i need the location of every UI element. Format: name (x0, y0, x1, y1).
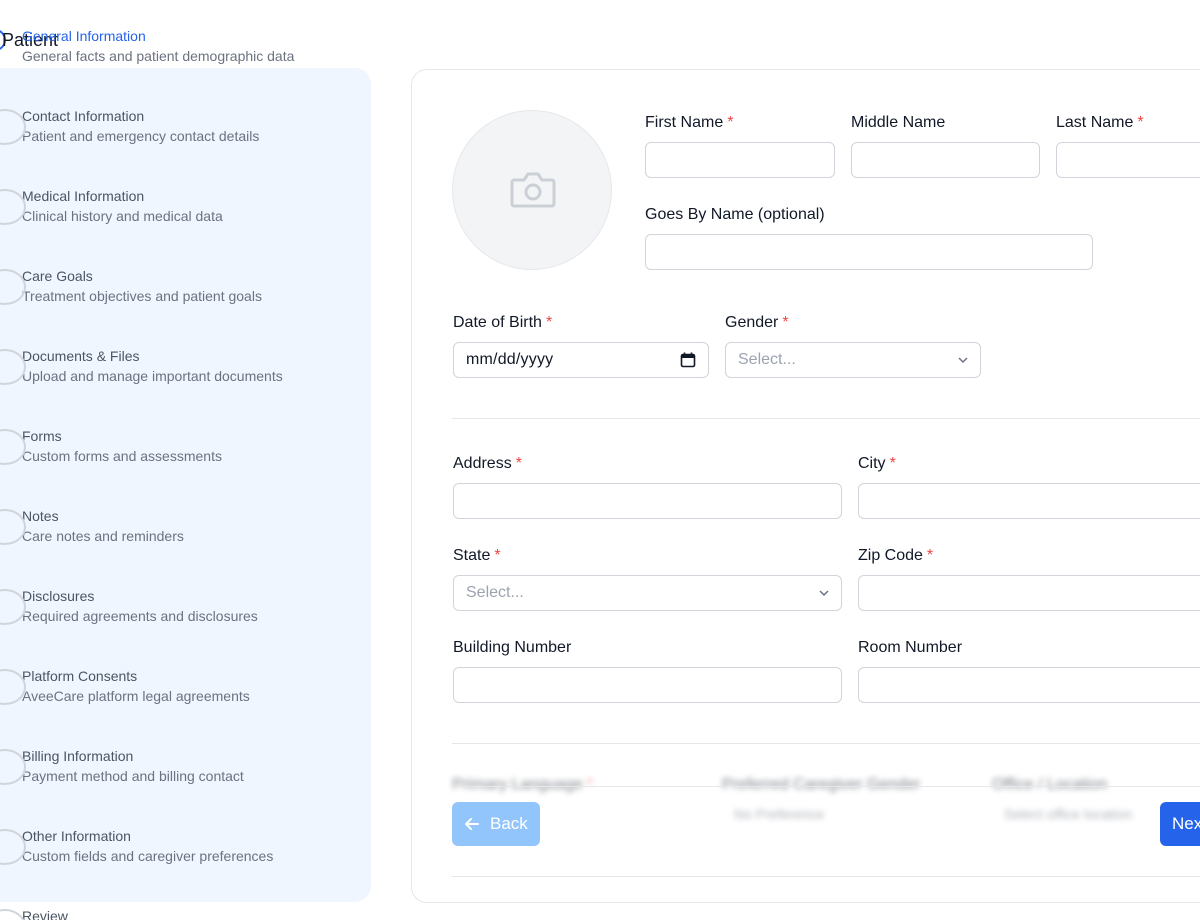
step-title: Platform Consents (22, 668, 138, 684)
step-description: Clinical history and medical data (22, 208, 223, 224)
next-button[interactable]: Next (1160, 802, 1200, 846)
middle-name-label: Middle Name (851, 114, 946, 131)
step-title: Other Information (22, 828, 131, 844)
goes-by-name-input[interactable] (645, 234, 1093, 270)
step-disclosures[interactable]: Disclosures Required agreements and disc… (0, 586, 382, 626)
step-description: Upload and manage important documents (22, 368, 283, 384)
step-description: AveeCare platform legal agreements (22, 688, 250, 704)
dob-label: Date of Birth * (453, 314, 553, 331)
step-title: Care Goals (22, 268, 93, 284)
building-number-label: Building Number (453, 639, 572, 656)
goes-by-name-label: Goes By Name (optional) (645, 206, 825, 223)
step-title: Contact Information (22, 108, 145, 124)
step-title: Forms (22, 428, 62, 444)
gender-select[interactable]: Select... (725, 342, 981, 378)
caregiver-preference-value: No Preference (734, 806, 825, 822)
last-name-label: Last Name * (1056, 114, 1144, 131)
back-button[interactable]: Back (452, 802, 540, 846)
zip-code-input[interactable] (858, 575, 1200, 611)
last-name-input[interactable] (1056, 142, 1200, 178)
city-label: City * (858, 455, 896, 472)
step-description: Treatment objectives and patient goals (22, 288, 262, 304)
zip-code-label: Zip Code * (858, 547, 934, 564)
step-description: General facts and patient demographic da… (22, 48, 295, 64)
step-other-information[interactable]: Other Information Custom fields and care… (0, 826, 382, 866)
room-number-input[interactable] (858, 667, 1200, 703)
address-label: Address * (453, 455, 522, 472)
step-title: Disclosures (22, 588, 95, 604)
preferred-caregiver-label: Preferred Caregiver Gender (722, 776, 921, 793)
step-description: Payment method and billing contact (22, 768, 244, 784)
step-description: Patient and emergency contact details (22, 128, 260, 144)
step-title: Medical Information (22, 188, 145, 204)
step-contact-information[interactable]: Contact Information Patient and emergenc… (0, 106, 382, 146)
step-description: Required agreements and disclosures (22, 608, 258, 624)
step-title: General Information (22, 28, 146, 44)
dob-placeholder: mm/dd/yyyy (466, 351, 554, 368)
state-placeholder: Select... (466, 584, 524, 601)
first-name-input[interactable] (645, 142, 835, 178)
step-description: Custom forms and assessments (22, 448, 222, 464)
middle-name-input[interactable] (851, 142, 1040, 178)
section-divider (452, 743, 1200, 744)
primary-language-label: Primary Language * (452, 776, 593, 793)
step-title: Review (22, 908, 68, 920)
obscured-fields-row: Primary Language * Preferred Caregiver Ge… (452, 776, 1200, 836)
general-information-form: First Name * Middle Name Last Name * Goes … (411, 69, 1200, 903)
step-general-information[interactable]: General Information General facts and pa… (22, 26, 382, 66)
step-notes[interactable]: Notes Care notes and reminders (0, 506, 382, 546)
step-title: Notes (22, 508, 59, 524)
gender-label: Gender * (725, 314, 789, 331)
arrow-left-icon (465, 818, 479, 830)
office-location-label: Office / Location (992, 776, 1108, 793)
chevron-down-icon (819, 590, 829, 597)
state-select[interactable]: Select... (453, 575, 842, 611)
dob-input[interactable]: mm/dd/yyyy (453, 342, 709, 378)
city-input[interactable] (858, 483, 1200, 519)
step-billing-information[interactable]: Billing Information Payment method and b… (0, 746, 382, 786)
gender-placeholder: Select... (738, 351, 796, 368)
step-title: Documents & Files (22, 348, 140, 364)
office-placeholder: Select office location (1004, 806, 1133, 822)
step-medical-information[interactable]: Medical Information Clinical history and… (0, 186, 382, 226)
photo-upload[interactable] (452, 110, 612, 270)
back-button-label: Back (490, 814, 528, 833)
camera-icon (510, 172, 556, 208)
step-description: Custom fields and caregiver preferences (22, 848, 274, 864)
section-divider (452, 418, 1200, 419)
step-documents-files[interactable]: Documents & Files Upload and manage impo… (0, 346, 382, 386)
step-platform-consents[interactable]: Platform Consents AveeCare platform lega… (0, 666, 382, 706)
step-review[interactable]: Review (0, 906, 382, 920)
building-number-input[interactable] (453, 667, 842, 703)
calendar-icon[interactable] (680, 352, 696, 368)
step-title: Billing Information (22, 748, 134, 764)
step-care-goals[interactable]: Care Goals Treatment objectives and pati… (0, 266, 382, 306)
first-name-label: First Name * (645, 114, 734, 131)
patient-onboarding-page: Patient General Information General fact… (0, 0, 1200, 920)
footer-bottom-divider (452, 876, 1200, 877)
step-description: Care notes and reminders (22, 528, 184, 544)
footer-divider (452, 786, 1200, 787)
address-input[interactable] (453, 483, 842, 519)
step-forms[interactable]: Forms Custom forms and assessments (0, 426, 382, 466)
room-number-label: Room Number (858, 639, 963, 656)
next-button-label: Next (1172, 814, 1200, 833)
state-label: State * (453, 547, 501, 564)
chevron-down-icon (958, 357, 968, 364)
